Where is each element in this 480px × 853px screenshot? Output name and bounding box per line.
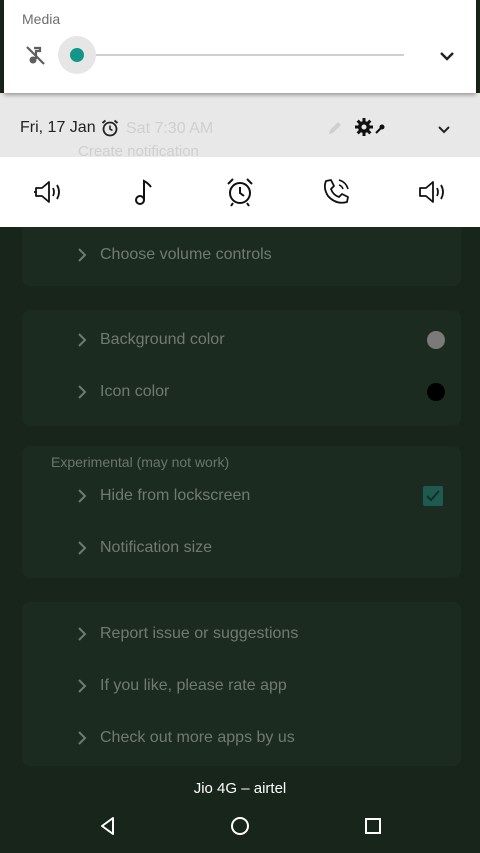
chevron-right-icon (74, 540, 90, 556)
row-icon-color[interactable]: Icon color (22, 366, 461, 418)
checkmark-icon (426, 490, 440, 502)
row-label: Notification size (100, 539, 213, 556)
chevron-right-icon (74, 730, 90, 746)
chevron-right-icon (74, 247, 90, 263)
row-choose-volume-controls[interactable]: Choose volume controls (22, 229, 461, 281)
row-hide-lockscreen[interactable]: Hide from lockscreen (22, 470, 461, 522)
chevron-right-icon (74, 626, 90, 642)
music-note-icon[interactable] (128, 176, 160, 208)
date-text: Fri, 17 Jan (20, 119, 96, 136)
quick-settings-header: Sat 7:30 AM Create notification Fri, 17 … (0, 93, 480, 160)
media-title: Media (22, 11, 61, 27)
row-more-apps[interactable]: Check out more apps by us (22, 712, 461, 764)
chevron-right-icon (74, 384, 90, 400)
alarm-icon (100, 118, 120, 138)
volume-streams-bar (0, 157, 480, 227)
section-title-experimental: Experimental (may not work) (51, 454, 230, 470)
row-label: Hide from lockscreen (100, 487, 251, 504)
row-label: Background color (100, 331, 225, 348)
carrier-label: Jio 4G – airtel (193, 780, 287, 797)
icon-color-swatch[interactable] (427, 383, 445, 401)
speaker-volume-icon[interactable] (416, 176, 448, 208)
row-background-color[interactable]: Background color (22, 314, 461, 366)
volume-slider-track[interactable] (76, 54, 404, 56)
wrench-icon (374, 122, 386, 134)
chevron-down-icon[interactable] (434, 119, 454, 139)
card-about: Report issue or suggestions If you like,… (22, 602, 461, 766)
chevron-right-icon (74, 678, 90, 694)
card-colors: Background color Icon color (22, 310, 461, 426)
row-label: Report issue or suggestions (100, 625, 299, 642)
recents-nav-icon[interactable] (361, 814, 385, 838)
chevron-right-icon (74, 488, 90, 504)
ringer-volume-icon[interactable] (32, 176, 64, 208)
row-label: Check out more apps by us (100, 729, 295, 746)
music-off-icon[interactable] (24, 43, 48, 67)
media-volume-panel: Media (4, 0, 476, 93)
card-experimental: Experimental (may not work) Hide from lo… (22, 446, 461, 578)
row-notification-size[interactable]: Notification size (22, 522, 461, 574)
call-volume-icon[interactable] (320, 176, 352, 208)
edit-pencil-icon[interactable] (326, 119, 344, 137)
home-nav-icon[interactable] (228, 814, 252, 838)
next-alarm-text: Sat 7:30 AM (126, 120, 214, 137)
chevron-right-icon (74, 332, 90, 348)
row-label: If you like, please rate app (100, 677, 287, 694)
row-label: Choose volume controls (100, 246, 272, 263)
row-rate-app[interactable]: If you like, please rate app (22, 660, 461, 712)
chevron-down-icon[interactable] (436, 45, 458, 67)
alarm-clock-icon[interactable] (224, 176, 256, 208)
hide-lockscreen-checkbox[interactable] (423, 486, 443, 506)
background-color-swatch[interactable] (427, 331, 445, 349)
back-nav-icon[interactable] (96, 814, 120, 838)
volume-slider-thumb[interactable] (70, 48, 84, 62)
row-label: Icon color (100, 383, 170, 400)
row-report-issue[interactable]: Report issue or suggestions (22, 608, 461, 660)
gear-icon[interactable] (354, 117, 374, 137)
